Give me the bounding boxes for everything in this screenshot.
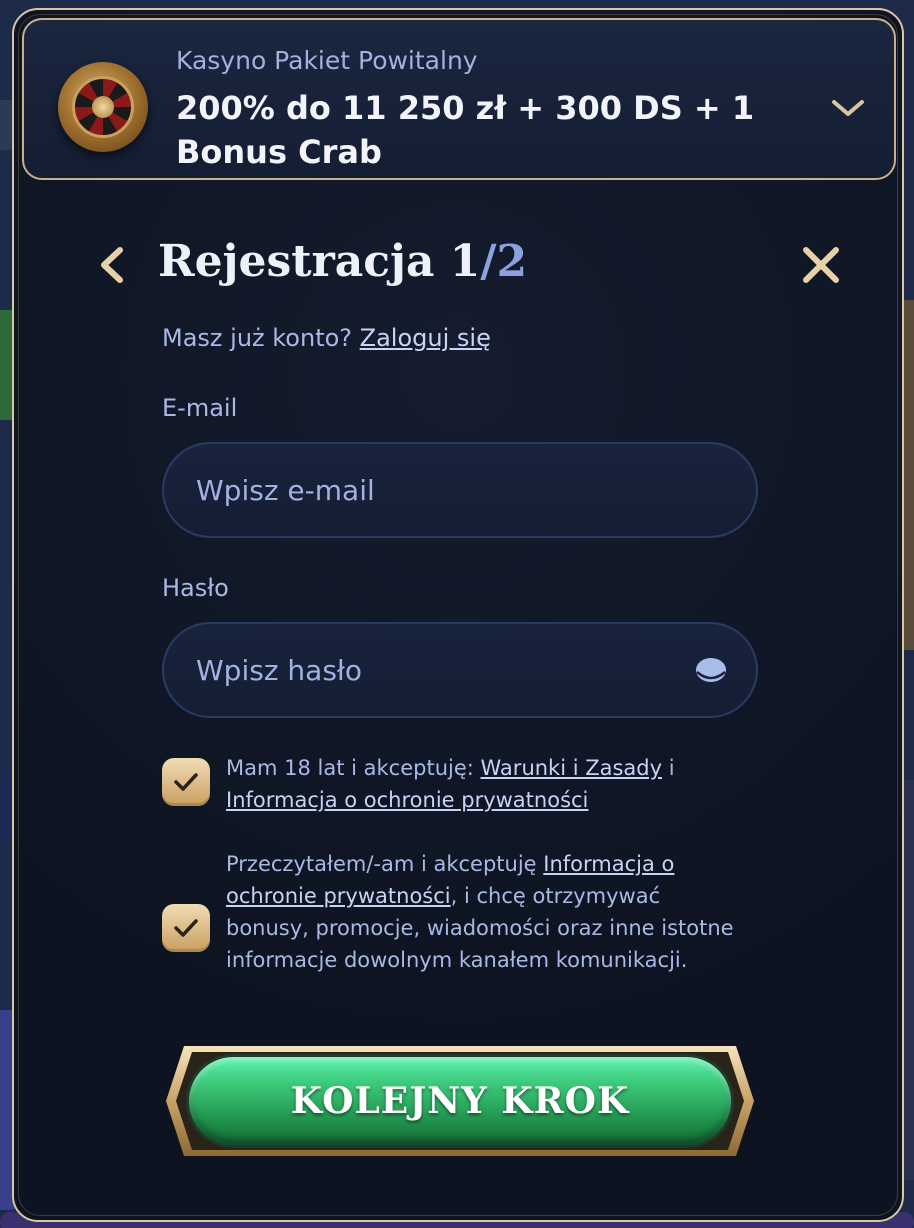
password-field[interactable] (196, 624, 676, 716)
password-field-wrapper (162, 622, 758, 718)
checkmark-icon (174, 919, 198, 937)
roulette-icon (58, 62, 148, 152)
privacy-link[interactable]: Informacja o ochronie prywatności (226, 788, 588, 812)
terms-link[interactable]: Warunki i Zasady (481, 756, 663, 780)
consent-text: Mam 18 lat i akceptuję: (226, 756, 481, 780)
terms-consent-row: Mam 18 lat i akceptuję: Warunki i Zasady… (162, 752, 762, 822)
registration-modal: Kasyno Pakiet Powitalny 200% do 11 250 z… (12, 8, 904, 1222)
page-title: Rejestracja 1/2 (158, 236, 527, 287)
next-step-button[interactable]: KOLEJNY KROK (164, 1042, 756, 1160)
email-field-wrapper (162, 442, 758, 538)
welcome-bonus-dropdown[interactable]: Kasyno Pakiet Powitalny 200% do 11 250 z… (22, 18, 896, 180)
marketing-consent-text: Przeczytałem/-am i akceptuję Informacja … (226, 848, 746, 976)
have-account-text: Masz już konto? Zaloguj się (162, 324, 491, 352)
checkmark-icon (174, 773, 198, 791)
email-label: E-mail (162, 394, 238, 422)
marketing-consent-row: Przeczytałem/-am i akceptuję Informacja … (162, 848, 762, 1012)
marketing-checkbox[interactable] (162, 904, 210, 952)
back-arrow-icon[interactable] (94, 240, 134, 290)
eye-icon[interactable] (694, 654, 728, 688)
title-step: Rejestracja 1 (158, 236, 481, 287)
close-icon[interactable] (796, 240, 846, 290)
have-account-label: Masz już konto? (162, 324, 360, 352)
title-step-total: /2 (480, 236, 528, 287)
login-link[interactable]: Zaloguj się (360, 324, 491, 352)
password-label: Hasło (162, 574, 229, 602)
consent-text: i (662, 756, 675, 780)
promo-subtitle: Kasyno Pakiet Powitalny (176, 46, 478, 75)
chevron-down-icon[interactable] (830, 92, 866, 122)
next-step-label: KOLEJNY KROK (290, 1080, 630, 1122)
promo-title: 200% do 11 250 zł + 300 DS + 1 Bonus Cra… (176, 89, 755, 171)
modal-border (18, 14, 898, 1216)
terms-consent-text: Mam 18 lat i akceptuję: Warunki i Zasady… (226, 752, 746, 816)
terms-checkbox[interactable] (162, 758, 210, 806)
email-field[interactable] (196, 444, 676, 536)
consent-text: Przeczytałem/-am i akceptuję (226, 852, 544, 876)
